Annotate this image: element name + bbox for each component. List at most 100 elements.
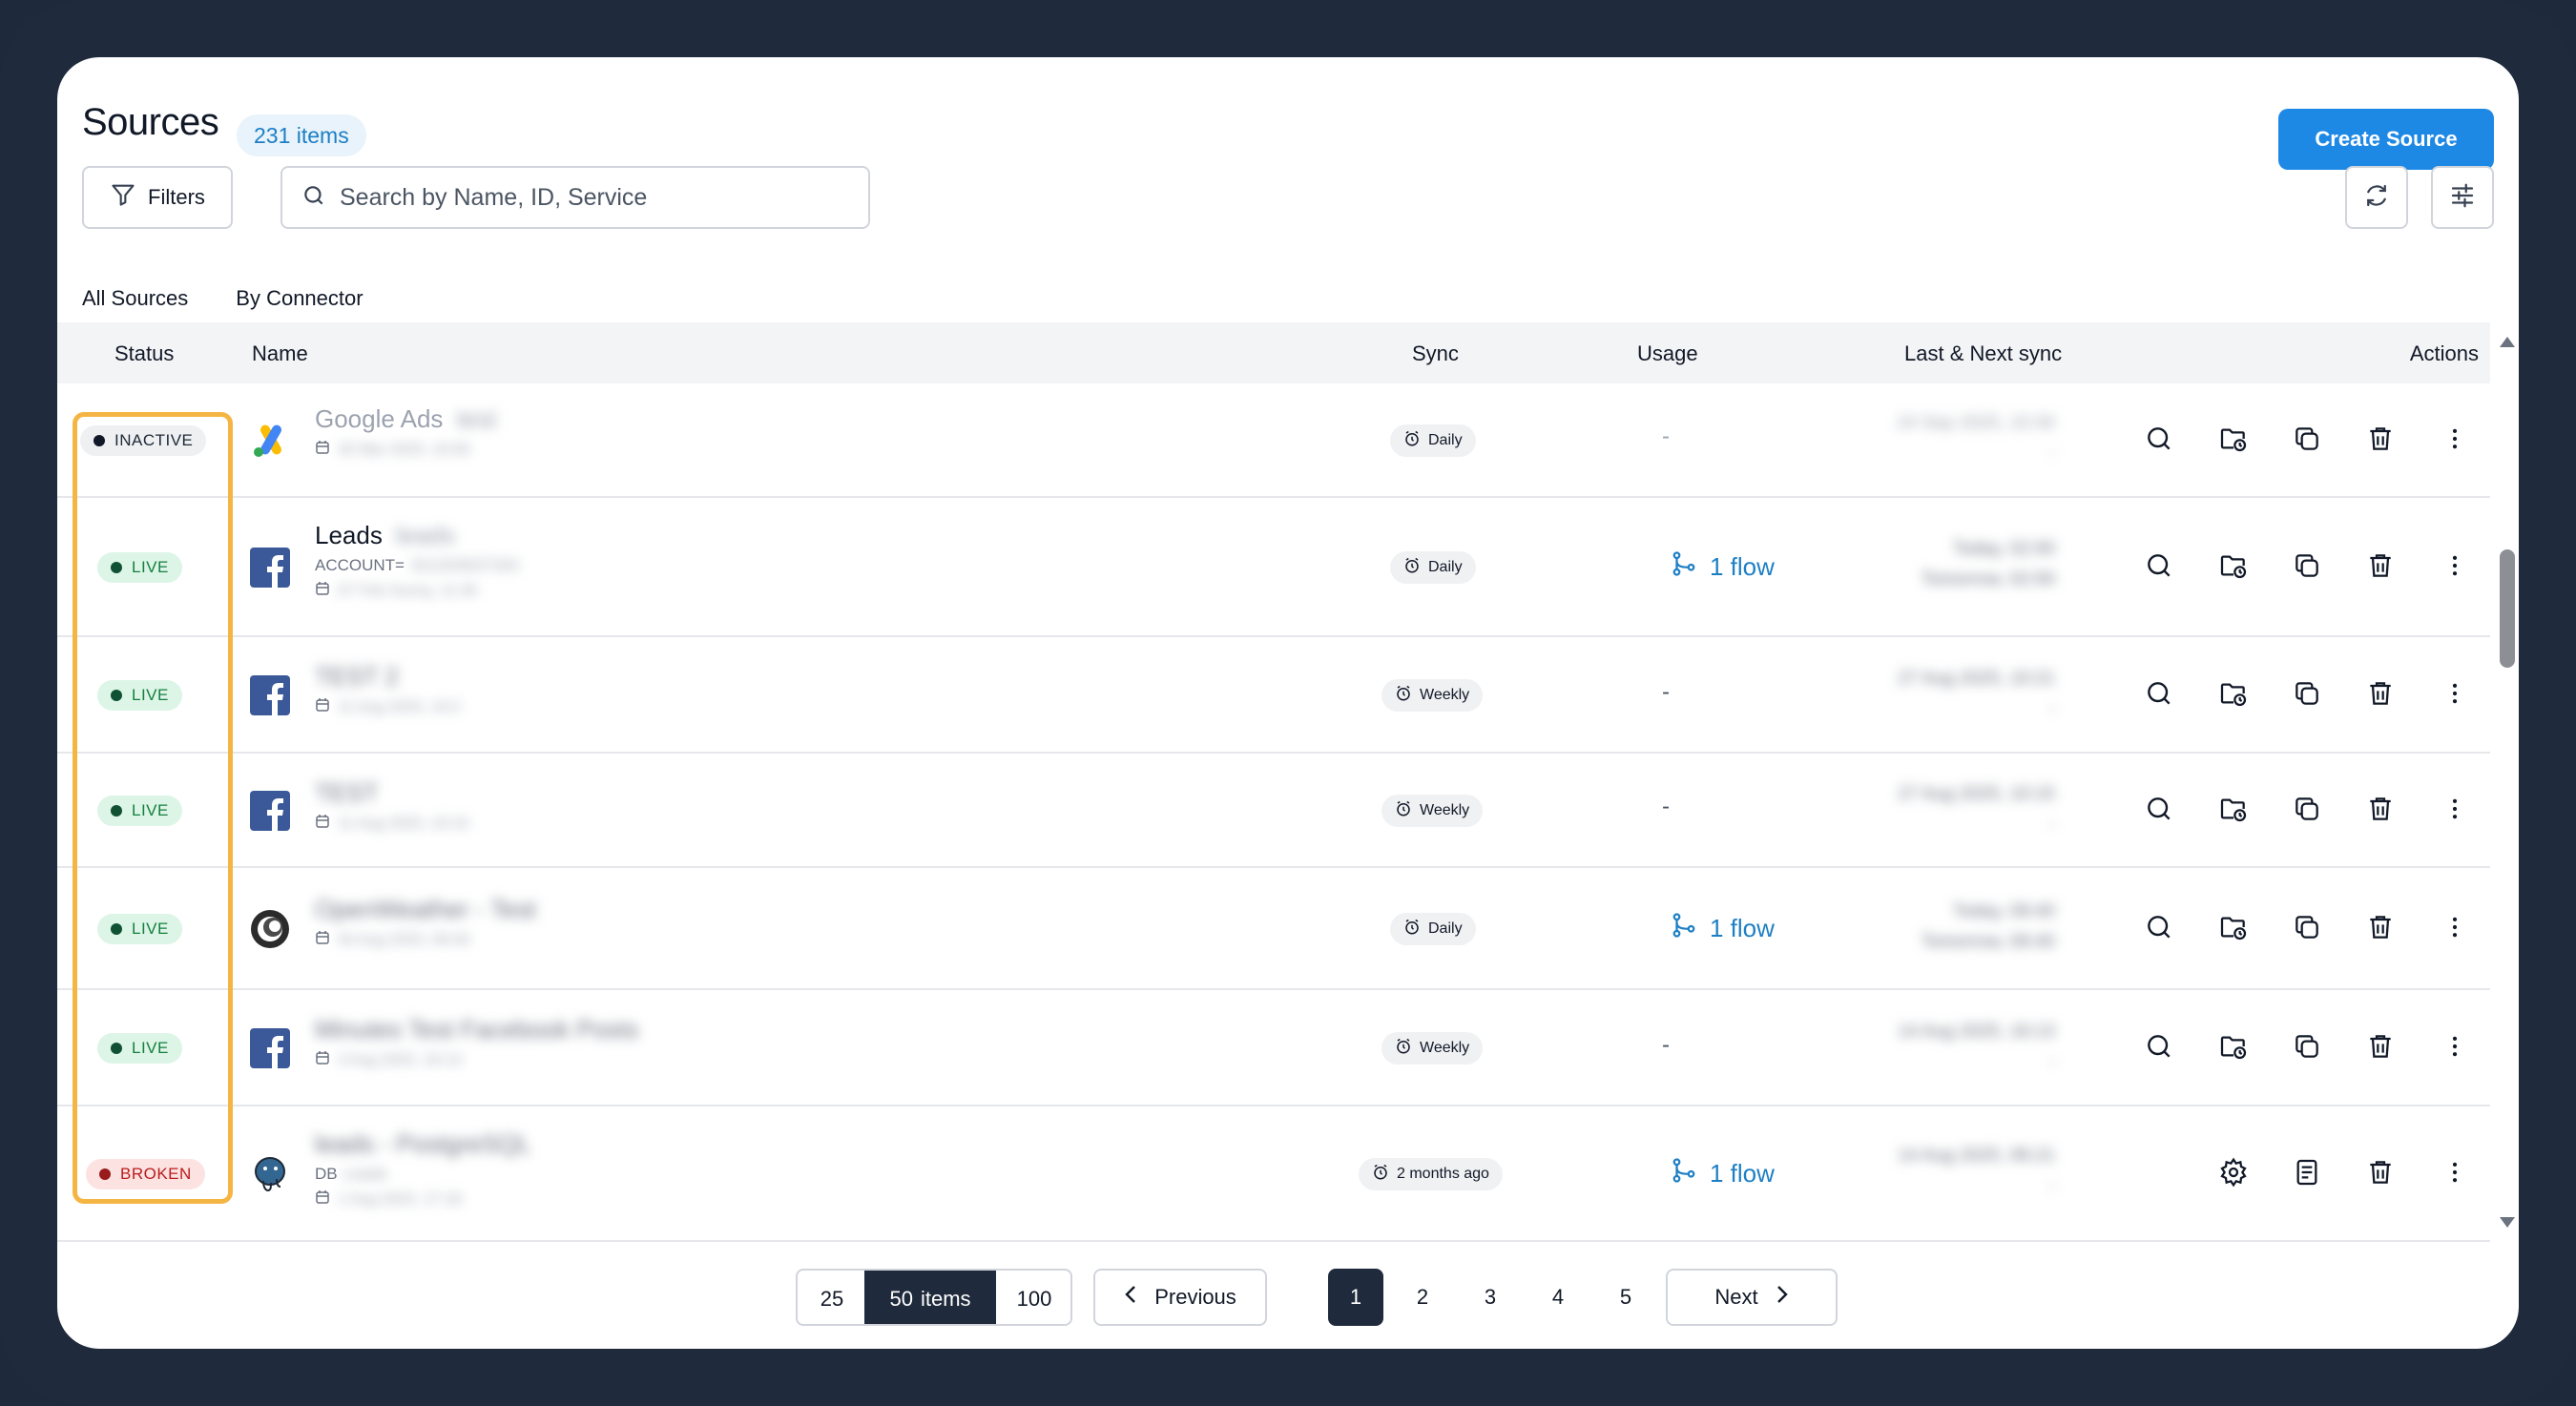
configure-button[interactable] [2210,1150,2257,1198]
page-1[interactable]: 1 [1328,1269,1383,1326]
duplicate-button[interactable] [2283,417,2331,465]
tab-by-connector[interactable]: By Connector [236,277,363,324]
view-logs-button[interactable] [2283,1150,2331,1198]
table-row[interactable]: LIVE Minutes Test Facebook Posts 4 Aug 2… [57,990,2490,1106]
delete-button[interactable] [2357,905,2404,953]
refresh-button[interactable] [2345,166,2408,229]
more-options-button[interactable] [2431,544,2479,591]
scroll-up-arrow-icon[interactable] [2498,334,2517,354]
inspect-button[interactable] [2135,905,2183,953]
folder-sync-icon [2218,912,2249,947]
page-size-50[interactable]: 50 items [864,1271,996,1324]
duplicate-button[interactable] [2283,544,2331,591]
column-settings-button[interactable] [2431,166,2494,229]
source-name[interactable]: OpenWeather - Test [315,895,536,924]
delete-button[interactable] [2357,1024,2404,1072]
source-name-suffix: test [456,404,497,433]
inspect-button[interactable] [2135,1024,2183,1072]
sync-folder-button[interactable] [2210,417,2257,465]
sync-frequency: 2 months ago [1397,1166,1489,1182]
column-header-usage[interactable]: Usage [1637,341,1698,366]
duplicate-button[interactable] [2283,672,2331,719]
inspect-button[interactable] [2135,417,2183,465]
usage-flows-link[interactable]: 1 flow [1670,1156,1775,1191]
previous-page-button[interactable]: Previous [1093,1269,1267,1326]
sync-folder-button[interactable] [2210,905,2257,953]
more-options-button[interactable] [2431,417,2479,465]
delete-button[interactable] [2357,1150,2404,1198]
duplicate-button[interactable] [2283,905,2331,953]
table-row[interactable]: INACTIVE Google Ads test 30 Mar 2025, 10:… [57,383,2490,498]
usage-value: - [1662,1032,1670,1058]
source-name-suffix: leads [395,521,455,549]
usage-flows-link[interactable]: 1 flow [1670,911,1775,946]
last-sync: 24 Sep 2025, 10:30 [1897,413,2055,433]
page-2[interactable]: 2 [1395,1269,1450,1326]
page-size-100[interactable]: 100 [996,1271,1070,1324]
calendar-icon [315,930,330,950]
more-options-button[interactable] [2431,1024,2479,1072]
more-options-button[interactable] [2431,905,2479,953]
scroll-down-arrow-icon[interactable] [2498,1215,2517,1235]
table-row[interactable]: LIVE Leads leads ACCOUNT= 321203537163 07 … [57,498,2490,637]
created-date: 11 Aug 2025, 10:15 [338,815,469,832]
column-header-last-next-sync[interactable]: Last & Next sync [1904,341,2062,366]
row-actions [2135,417,2479,465]
sync-frequency-badge: Weekly [1381,1032,1484,1065]
copy-icon [2292,550,2322,586]
facebook-icon [250,675,290,715]
source-name[interactable]: TEST 2 [315,662,399,692]
search-icon [2144,550,2174,586]
source-name[interactable]: Google Ads [315,404,443,434]
page-4[interactable]: 4 [1530,1269,1586,1326]
source-name-cell: Minutes Test Facebook Posts 4 Aug 2025, … [315,1015,638,1070]
flow-branch-icon [1670,1156,1698,1191]
source-name[interactable]: Minutes Test Facebook Posts [315,1015,638,1044]
chevron-right-icon [1776,1284,1789,1311]
source-name[interactable]: TEST [315,778,378,808]
table-row[interactable]: LIVE OpenWeather - Test 04 Aug 2025, 09:… [57,868,2490,990]
search-input[interactable] [340,183,836,212]
duplicate-button[interactable] [2283,787,2331,835]
table-row[interactable]: LIVE TEST 11 Aug 2025, 10:15 Weekly - 27… [57,754,2490,868]
sources-table: INACTIVE Google Ads test 30 Mar 2025, 10:… [57,383,2490,1242]
page-size-25[interactable]: 25 [798,1271,866,1324]
table-scrollbar[interactable] [2494,334,2517,1240]
sync-folder-button[interactable] [2210,672,2257,719]
sync-frequency: Weekly [1420,687,1470,703]
filters-button[interactable]: Filters [82,166,233,229]
sync-folder-button[interactable] [2210,1024,2257,1072]
column-header-name[interactable]: Name [252,341,308,366]
next-sync: - [2048,1176,2055,1196]
usage-flows-link[interactable]: 1 flow [1670,549,1775,585]
source-name[interactable]: Leads [315,521,383,550]
inspect-button[interactable] [2135,544,2183,591]
sync-frequency-badge: Daily [1390,551,1476,584]
delete-button[interactable] [2357,787,2404,835]
column-header-status[interactable]: Status [114,341,174,366]
table-row[interactable]: LIVE TEST 2 11 Aug 2025, 10:2 Weekly - 2… [57,637,2490,754]
more-options-button[interactable] [2431,787,2479,835]
tab-all-sources[interactable]: All Sources [82,277,189,327]
table-row[interactable]: BROKEN leads - PostgreSQL DB Leads 1 Aug … [57,1106,2490,1242]
more-options-button[interactable] [2431,672,2479,719]
more-options-button[interactable] [2431,1150,2479,1198]
scrollbar-thumb[interactable] [2500,549,2515,668]
created-date: 1 Aug 2025, 17:18 [338,1190,462,1208]
source-name[interactable]: leads - PostgreSQL [315,1129,531,1159]
sync-folder-button[interactable] [2210,787,2257,835]
page-3[interactable]: 3 [1463,1269,1518,1326]
next-page-button[interactable]: Next [1666,1269,1838,1326]
search-field[interactable] [280,166,870,229]
page-5[interactable]: 5 [1598,1269,1653,1326]
calendar-icon [315,1050,330,1070]
delete-button[interactable] [2357,544,2404,591]
delete-button[interactable] [2357,417,2404,465]
column-header-sync[interactable]: Sync [1412,341,1459,366]
duplicate-button[interactable] [2283,1024,2331,1072]
inspect-button[interactable] [2135,672,2183,719]
inspect-button[interactable] [2135,787,2183,835]
create-source-button[interactable]: Create Source [2278,109,2494,170]
sync-folder-button[interactable] [2210,544,2257,591]
delete-button[interactable] [2357,672,2404,719]
